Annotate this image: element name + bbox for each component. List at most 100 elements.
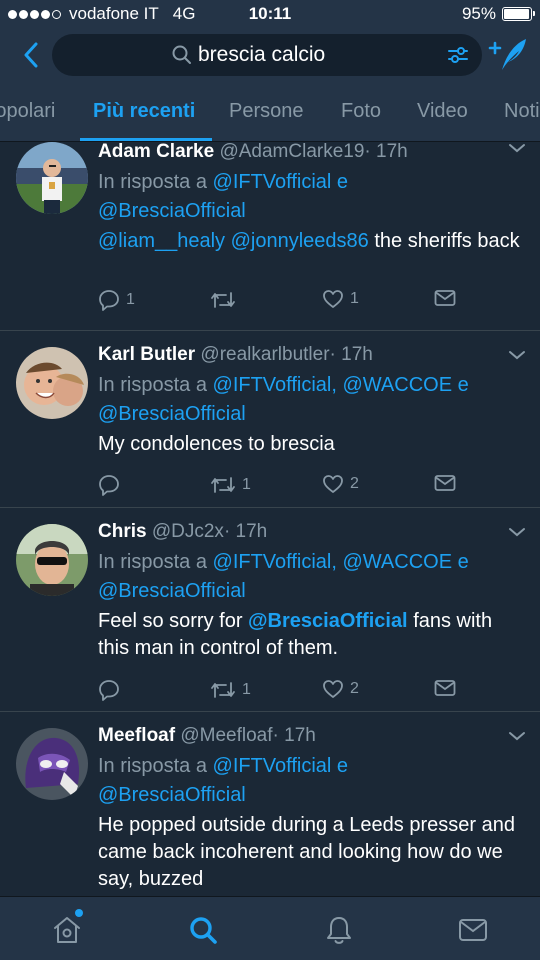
- reply-mention-brescia[interactable]: @BresciaOfficial: [98, 580, 246, 602]
- retweet-count: 1: [242, 681, 251, 698]
- nav-notifications[interactable]: [322, 913, 356, 947]
- compose-tweet-icon: [488, 39, 526, 70]
- direct-message-button[interactable]: [434, 679, 456, 697]
- reply-prefix: In risposta a: [98, 551, 207, 573]
- author-handle[interactable]: @Meefloaf: [180, 725, 272, 746]
- direct-message-button[interactable]: [434, 474, 456, 492]
- author-handle[interactable]: @realkarlbutler: [200, 344, 329, 365]
- nav-messages[interactable]: [456, 913, 490, 947]
- tweet-text: He popped outside during a Leeds presser…: [98, 814, 515, 890]
- search-icon: [172, 45, 191, 64]
- direct-message-icon: [434, 475, 456, 491]
- author-handle[interactable]: @AdamClarke19: [219, 142, 364, 162]
- like-icon: [323, 680, 343, 698]
- like-button[interactable]: 2: [322, 474, 359, 494]
- chevron-down-icon[interactable]: [508, 526, 526, 538]
- tab-foto[interactable]: Foto: [341, 100, 381, 123]
- tweet-item[interactable]: Meefloaf @Meefloaf· 17h In risposta a @I…: [0, 712, 540, 896]
- tweet-feed[interactable]: Adam Clarke @AdamClarke19 · 17h In rispos…: [0, 142, 540, 896]
- like-button[interactable]: 2: [322, 679, 359, 699]
- author-name[interactable]: Adam Clarke: [98, 142, 214, 162]
- reply-icon: [99, 290, 119, 311]
- tab-popolari[interactable]: Popolari: [0, 100, 55, 123]
- tab-piu-recenti[interactable]: Più recenti: [93, 100, 195, 123]
- text-body-start: Feel so sorry for: [98, 610, 243, 632]
- tab-notizie[interactable]: Notizie: [504, 100, 540, 123]
- tab-persone[interactable]: Persone: [229, 100, 304, 123]
- retweet-button[interactable]: [210, 289, 242, 311]
- tweet-actions: 1 2: [98, 679, 468, 705]
- reply-button[interactable]: [98, 679, 126, 701]
- reply-context: In risposta a @IFTVofficial, @WACCOE e @B…: [98, 371, 524, 429]
- reply-mentions[interactable]: @IFTVofficial e: [213, 171, 349, 193]
- filter-icon[interactable]: [446, 43, 470, 67]
- tweet-time: · 17h: [329, 344, 373, 365]
- reply-button[interactable]: [98, 474, 126, 496]
- like-count: 1: [350, 290, 359, 307]
- reply-prefix: In risposta a: [98, 374, 207, 396]
- retweet-icon: [211, 682, 235, 698]
- reply-icon: [99, 680, 119, 701]
- tweet-text: My condolences to brescia: [98, 433, 335, 455]
- tweet-item[interactable]: Karl Butler @realkarlbutler· 17h In risp…: [0, 331, 540, 508]
- like-button[interactable]: 1: [322, 289, 359, 309]
- tweet-time: · 17h: [223, 521, 268, 542]
- retweet-icon: [211, 292, 235, 308]
- chevron-down-icon[interactable]: [508, 349, 526, 361]
- compose-tweet-button[interactable]: [488, 36, 528, 74]
- reply-mentions[interactable]: @IFTVofficial e: [213, 755, 349, 777]
- chevron-down-icon[interactable]: [508, 142, 526, 154]
- reply-prefix: In risposta a: [98, 755, 207, 777]
- back-button[interactable]: [14, 38, 48, 72]
- reply-context: In risposta a @IFTVofficial e @BresciaOff…: [98, 168, 524, 226]
- reply-mentions[interactable]: @IFTVofficial, @WACCOE e: [213, 374, 469, 396]
- reply-mention-brescia[interactable]: @BresciaOfficial: [98, 784, 246, 806]
- tweet-item[interactable]: Chris @DJc2x· 17h In risposta a @IFTVoff…: [0, 508, 540, 712]
- status-bar: vodafone IT 4G 10:11 95%: [0, 0, 540, 28]
- tweet-time: · 17h: [272, 725, 316, 746]
- bottom-navigation: [0, 896, 540, 960]
- reply-prefix: In risposta a: [98, 171, 207, 193]
- text-mention[interactable]: @BresciaOfficial: [248, 610, 408, 632]
- retweet-count: 1: [242, 476, 251, 493]
- battery-percent: 95%: [461, 4, 496, 23]
- reply-button[interactable]: 1: [98, 289, 135, 311]
- avatar[interactable]: [16, 728, 88, 800]
- like-count: 2: [350, 680, 359, 697]
- tweet-actions: 1 1: [98, 289, 468, 315]
- reply-mentions[interactable]: @IFTVofficial, @WACCOE e: [213, 551, 469, 573]
- clock: 10:11: [248, 4, 292, 23]
- tab-video[interactable]: Video: [417, 100, 468, 123]
- author-name[interactable]: Karl Butler: [98, 344, 195, 365]
- reply-mention-brescia[interactable]: @BresciaOfficial: [98, 403, 246, 425]
- search-box[interactable]: [52, 34, 482, 76]
- search-tabs: Popolari Più recenti Persone Foto Video …: [0, 96, 540, 142]
- author-handle[interactable]: @DJc2x: [152, 521, 224, 542]
- avatar[interactable]: [16, 142, 88, 214]
- reply-count: 1: [126, 291, 135, 308]
- reply-context: In risposta a @IFTVofficial, @WACCOE e @B…: [98, 548, 524, 606]
- avatar[interactable]: [16, 524, 88, 596]
- text-mentions[interactable]: @liam__healy @jonnyleeds86: [98, 230, 369, 252]
- retweet-button[interactable]: 1: [210, 679, 251, 701]
- nav-search[interactable]: [186, 913, 220, 947]
- reply-icon: [99, 475, 119, 496]
- direct-message-button[interactable]: [434, 289, 456, 307]
- author-name[interactable]: Meefloaf: [98, 725, 175, 746]
- reply-context: In risposta a @IFTVofficial e @BresciaOff…: [98, 752, 524, 810]
- tweet-text: @liam__healy @jonnyleeds86 the sheriffs …: [98, 228, 524, 255]
- tweet-text: Feel so sorry for @BresciaOfficial fans …: [98, 608, 524, 662]
- like-count: 2: [350, 475, 359, 492]
- search-input[interactable]: [198, 40, 438, 70]
- tweet-item[interactable]: Adam Clarke @AdamClarke19· 17h In rispos…: [0, 142, 540, 331]
- direct-message-icon: [434, 680, 456, 696]
- direct-message-icon: [434, 290, 456, 306]
- tweet-actions: 1 2: [98, 474, 468, 500]
- reply-mention-brescia[interactable]: @BresciaOfficial: [98, 200, 246, 222]
- back-icon: [24, 42, 38, 68]
- avatar[interactable]: [16, 347, 88, 419]
- retweet-button[interactable]: 1: [210, 474, 251, 496]
- nav-home[interactable]: [50, 909, 84, 947]
- author-name[interactable]: Chris: [98, 521, 147, 542]
- chevron-down-icon[interactable]: [508, 730, 526, 742]
